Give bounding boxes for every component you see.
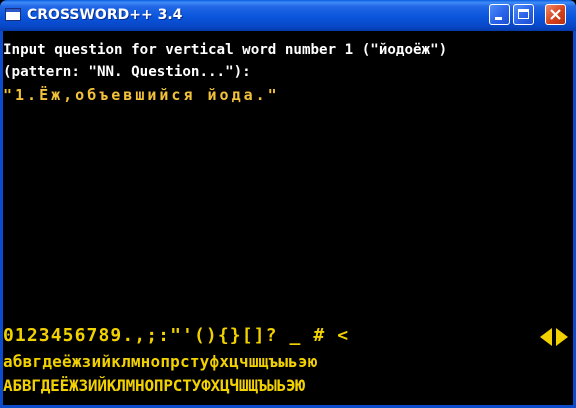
minimize-icon — [495, 17, 502, 20]
close-icon — [550, 9, 561, 20]
prompt-text: Input question for vertical word number … — [3, 42, 448, 58]
maximize-button[interactable] — [513, 4, 534, 25]
app-window: CROSSWORD++ 3.4 Input question for verti… — [0, 0, 576, 408]
lowercase-letter-keys-row[interactable]: абвгдеёжзийклмнопрстуфхцчшщъыьэю — [3, 352, 318, 371]
question-input[interactable]: "1.Ёж,объевшийся йода." — [3, 86, 280, 104]
window-title: CROSSWORD++ 3.4 — [27, 7, 183, 23]
close-button[interactable] — [545, 4, 566, 25]
uppercase-letter-keys-row[interactable]: АБВГДЕЁЖЗИЙКЛМНОПРСТУФХЦЧШЩЪЫЬЭЮ — [3, 376, 305, 395]
title-bar[interactable]: CROSSWORD++ 3.4 — [0, 0, 576, 31]
maximize-icon — [518, 9, 529, 19]
console-app-icon[interactable] — [5, 8, 21, 21]
symbol-keys-row[interactable]: 0123456789.,;:"'(){}[]? _ # < — [3, 325, 349, 346]
minimize-button[interactable] — [489, 4, 510, 25]
pattern-hint-text: (pattern: "NN. Question..."): — [3, 64, 251, 80]
arrow-right-icon[interactable] — [556, 328, 568, 346]
arrow-left-icon[interactable] — [540, 328, 552, 346]
